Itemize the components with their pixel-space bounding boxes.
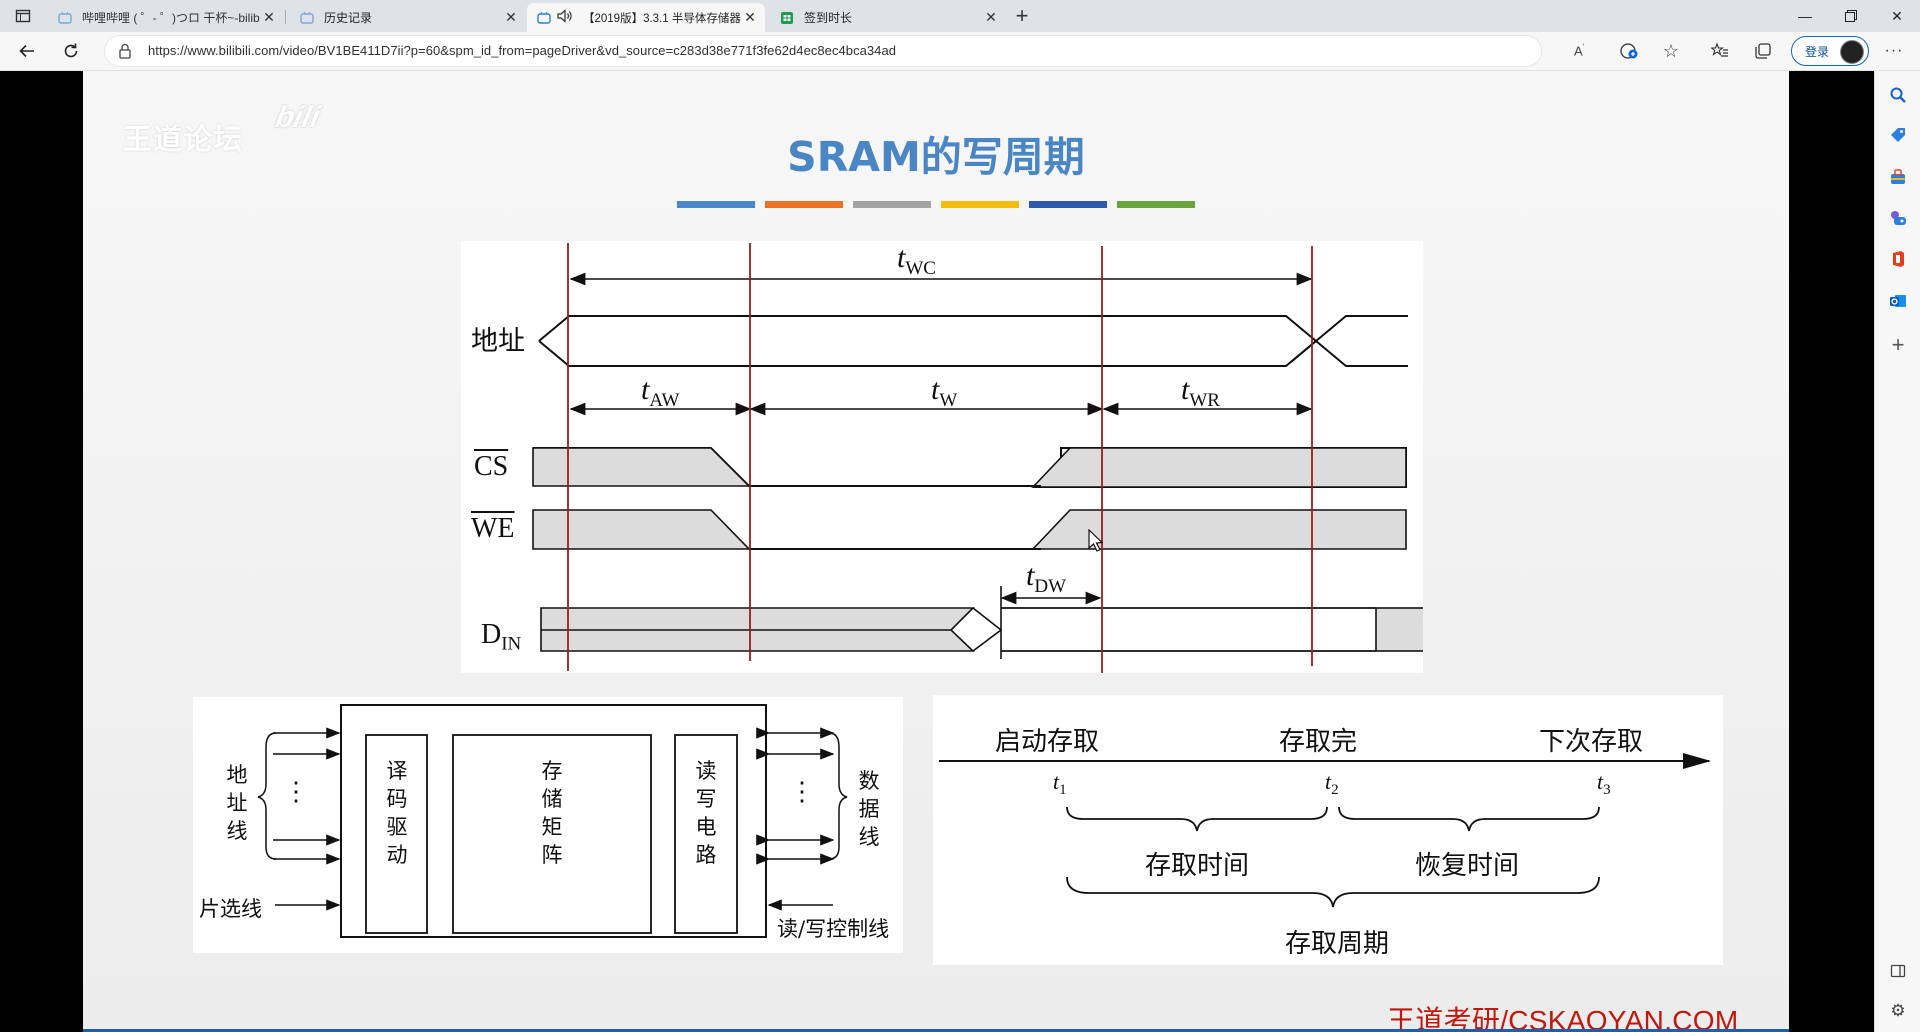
tab-title: 【2019版】3.3.1 半导体存储器 — [583, 12, 741, 25]
tab-video[interactable]: 【2019版】3.3.1 半导体存储器 ✕ — [527, 3, 765, 32]
bilibili-icon — [58, 11, 72, 25]
tab-close-icon[interactable]: ✕ — [502, 9, 520, 26]
block-diagram: 地址线 数据线 ⋮ ⋮ 片选线 读/写控制线 译码驱动 存储矩阵 读写电路 — [193, 697, 903, 953]
timing-diagram: 地址 CS WE DIN tWC tAW tW tWR tDW — [461, 241, 1423, 673]
address-bar[interactable]: https://www.bilibili.com/video/BV1BE411D… — [104, 35, 1584, 67]
favorite-add-icon[interactable]: ☆ — [1656, 36, 1686, 66]
games-icon[interactable] — [1886, 206, 1910, 230]
more-menu-icon[interactable]: ··· — [1879, 36, 1909, 66]
color-bar — [765, 201, 843, 208]
din-signal-label: DIN — [481, 619, 522, 655]
read-aloud-icon[interactable]: Aʼ — [1574, 43, 1584, 58]
decoder-block: 译码驱动 — [386, 759, 408, 867]
tab-bilibili-home[interactable]: 哔哩哔哩 ( ゜- ゜)つロ 干杯~-bilibili ✕ — [44, 3, 284, 32]
office-icon[interactable] — [1886, 247, 1910, 271]
url-text[interactable]: https://www.bilibili.com/video/BV1BE411D… — [148, 43, 896, 58]
bilibili-icon — [537, 11, 551, 25]
collections-icon[interactable] — [1748, 36, 1778, 66]
tab-checkin[interactable]: 签到时长 ✕ — [766, 3, 1006, 32]
t3-label: t3 — [1597, 769, 1611, 798]
tab-title: 哔哩哔哩 ( ゜- ゜)つロ 干杯~-bilibili — [82, 11, 260, 25]
address-lines-label: 地址线 — [226, 763, 248, 843]
recovery-time-label: 恢复时间 — [1415, 851, 1520, 881]
favorites-icon[interactable] — [1705, 36, 1735, 66]
refresh-icon[interactable] — [56, 36, 86, 66]
chip-select-label: 片选线 — [199, 897, 262, 921]
address-dots: ⋮ — [283, 777, 309, 807]
t-dw-label: tDW — [1026, 559, 1066, 597]
bilibili-icon — [300, 11, 314, 25]
color-bar — [941, 201, 1019, 208]
t1-label: t1 — [1053, 769, 1067, 798]
restore-icon[interactable] — [1828, 0, 1874, 32]
tab-close-icon[interactable]: ✕ — [741, 9, 759, 26]
color-bar — [1029, 201, 1107, 208]
slide-title: SRAM的写周期 — [787, 133, 1085, 181]
extension-add-icon[interactable] — [1614, 36, 1644, 66]
shopping-icon[interactable] — [1886, 123, 1910, 147]
color-bar — [853, 201, 931, 208]
we-signal-label: WE — [471, 513, 515, 544]
video-frame[interactable]: 王道论坛 bili SRAM的写周期 地址 CS WE DIN tWC tAW … — [83, 71, 1789, 1032]
data-dots: ⋮ — [789, 777, 815, 807]
edge-sidebar: + ⚙ — [1874, 71, 1920, 1032]
storage-matrix-block: 存储矩阵 — [541, 759, 563, 867]
data-lines-label: 数据线 — [858, 769, 880, 849]
tab-close-icon[interactable]: ✕ — [260, 9, 278, 26]
tab-history[interactable]: 历史记录 ✕ — [286, 3, 526, 32]
rw-control-label: 读/写控制线 — [777, 917, 890, 941]
t-wr-label: tWR — [1181, 373, 1220, 411]
color-bar — [1117, 201, 1195, 208]
avatar — [1840, 40, 1864, 64]
timing-waveforms — [532, 243, 1423, 673]
access-cycle-diagram: 启动存取 存取完 下次存取 t1 t2 t3 存取时间 恢复时间 存取周期 — [933, 695, 1723, 965]
tab-actions-icon[interactable] — [8, 1, 38, 31]
speaker-icon[interactable] — [557, 9, 575, 26]
next-access-label: 下次存取 — [1539, 727, 1644, 757]
add-icon[interactable]: + — [1886, 332, 1910, 357]
tools-icon[interactable] — [1886, 165, 1910, 189]
t-wc-label: tWC — [897, 241, 936, 279]
new-tab-button[interactable]: + — [1007, 1, 1037, 31]
lock-icon[interactable] — [118, 43, 132, 64]
browser-toolbar: https://www.bilibili.com/video/BV1BE411D… — [0, 32, 1920, 71]
settings-icon[interactable]: ⚙ — [1886, 999, 1910, 1023]
cs-signal-label: CS — [474, 451, 509, 482]
footer-brand: 王道考研/CSKAOYAN.COM — [1387, 1005, 1739, 1032]
address-signal-label: 地址 — [471, 326, 525, 357]
mouse-cursor-icon — [1088, 528, 1104, 558]
tab-close-icon[interactable]: ✕ — [982, 9, 1000, 26]
color-bar — [677, 201, 755, 208]
start-access-label: 启动存取 — [995, 727, 1100, 757]
minimize-icon[interactable]: — — [1782, 0, 1828, 32]
login-button[interactable]: 登录 — [1791, 36, 1869, 66]
t-aw-label: tAW — [641, 373, 680, 411]
back-icon[interactable] — [12, 36, 42, 66]
t-w-label: tW — [931, 373, 958, 411]
sidebar-toggle-icon[interactable] — [1886, 959, 1910, 983]
rw-circuit-block: 读写电路 — [695, 759, 717, 867]
t2-label: t2 — [1325, 769, 1339, 798]
tab-bar: 哔哩哔哩 ( ゜- ゜)つロ 干杯~-bilibili ✕ 历史记录 ✕ 【20… — [0, 0, 1920, 32]
outlook-icon[interactable] — [1886, 289, 1910, 313]
search-icon[interactable] — [1886, 83, 1910, 107]
tab-title: 历史记录 — [324, 11, 373, 25]
access-done-label: 存取完 — [1279, 727, 1358, 757]
access-time-label: 存取时间 — [1145, 851, 1250, 881]
sheet-icon — [780, 11, 794, 25]
close-window-icon[interactable]: ✕ — [1874, 0, 1920, 32]
tab-title: 签到时长 — [804, 11, 853, 25]
access-cycle-label: 存取周期 — [1285, 929, 1390, 959]
